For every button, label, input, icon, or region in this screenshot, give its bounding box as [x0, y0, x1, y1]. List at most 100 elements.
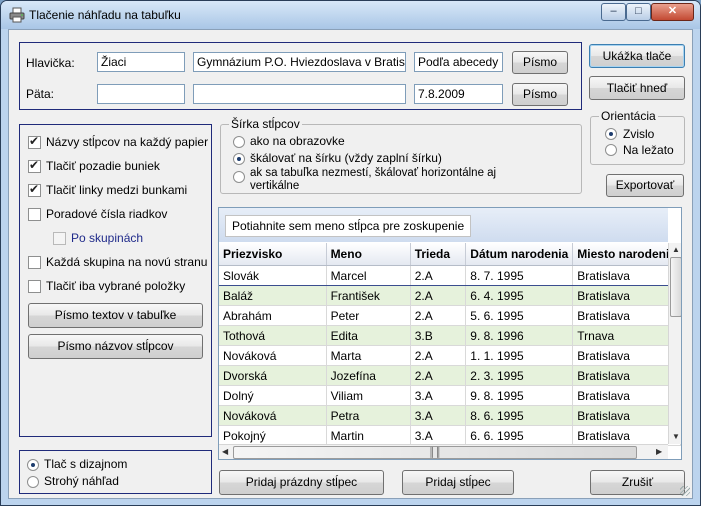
column-header-class[interactable]: Trieda — [410, 243, 467, 266]
option-headers-each-page-checkbox[interactable] — [28, 134, 41, 149]
footer-center-field[interactable] — [193, 84, 406, 104]
data-grid[interactable]: Potiahnite sem meno stĺpca pre zoskupeni… — [218, 207, 682, 460]
cell-name: Petra — [326, 405, 411, 426]
cell-birth-place: Bratislava — [572, 345, 681, 366]
column-width-group: Šírka stĺpcov ako na obrazovke škálovať … — [220, 117, 582, 194]
column-header-birth-date[interactable]: Dátum narodenia — [465, 243, 574, 266]
scroll-left-arrow-icon[interactable]: ◀ — [222, 447, 228, 456]
orientation-group: Orientácia Zvislo Na ležato — [590, 109, 685, 165]
option-grid-lines-label: Tlačiť linky medzi bunkami — [46, 183, 188, 197]
vertical-scrollbar[interactable]: ▲ ▼ — [668, 243, 681, 444]
cell-class: 2.A — [410, 305, 467, 326]
cell-name: Marta — [326, 345, 411, 366]
scroll-down-arrow-icon[interactable]: ▼ — [672, 432, 680, 441]
export-button[interactable]: Exportovať — [606, 174, 684, 197]
cell-class: 3.A — [410, 425, 467, 446]
cell-surname: Tothová — [219, 325, 327, 346]
column-header-surname[interactable]: Priezvisko — [219, 243, 327, 266]
minimize-button[interactable]: – — [601, 3, 626, 21]
cancel-button[interactable]: Zrušiť — [590, 470, 685, 495]
add-empty-column-button[interactable]: Pridaj prázdny stĺpec — [219, 470, 384, 495]
add-column-button[interactable]: Pridaj stĺpec — [402, 470, 514, 495]
table-row[interactable]: Pokojný Martin 3.A 6. 6. 1995 Bratislava — [219, 425, 681, 446]
mode-plain-radio[interactable] — [27, 476, 39, 488]
group-by-panel[interactable]: Potiahnite sem meno stĺpca pre zoskupeni… — [219, 208, 668, 242]
cell-name: Edita — [326, 325, 411, 346]
vertical-scroll-thumb[interactable] — [670, 257, 681, 317]
width-scale-both-label-2: vertikálne — [250, 180, 300, 192]
cell-class: 2.A — [410, 285, 467, 306]
header-left-field[interactable]: Žiaci — [97, 52, 185, 72]
print-now-button[interactable]: Tlačiť hneď — [589, 76, 685, 100]
option-grid-lines-checkbox[interactable] — [28, 182, 41, 197]
cell-birth-place: Bratislava — [572, 305, 681, 326]
option-by-groups-checkbox[interactable] — [53, 232, 66, 245]
resize-grip-icon[interactable] — [680, 486, 690, 496]
cell-birth-place: Bratislava — [572, 285, 681, 306]
cell-class: 2.A — [410, 265, 467, 286]
print-options-panel: Názvy stĺpcov na každý papier Tlačiť poz… — [19, 124, 212, 437]
cell-birth-date: 2. 3. 1995 — [465, 365, 574, 386]
horizontal-scrollbar[interactable]: ◀ ║║ ▶ — [219, 444, 668, 459]
mode-plain-label: Strohý náhľad — [44, 474, 119, 488]
cell-birth-date: 5. 6. 1995 — [465, 305, 574, 326]
cell-birth-date: 9. 8. 1995 — [465, 385, 574, 406]
close-button[interactable]: ✕ — [651, 3, 694, 21]
cell-birth-date: 8. 7. 1995 — [465, 265, 574, 286]
maximize-button[interactable]: □ — [626, 3, 651, 21]
table-row[interactable]: Dolný Viliam 3.A 9. 8. 1995 Bratislava — [219, 385, 681, 406]
print-mode-panel: Tlač s dizajnom Strohý náhľad — [19, 450, 212, 494]
footer-right-field[interactable]: 7.8.2009 — [414, 84, 503, 104]
students-table: Priezvisko Meno Trieda Dátum narodenia M… — [219, 243, 681, 446]
cell-surname: Dolný — [219, 385, 327, 406]
option-by-groups-label: Po skupinách — [71, 231, 144, 245]
header-center-field[interactable]: Gymnázium P.O. Hviezdoslava v Bratislave — [193, 52, 406, 72]
column-font-button[interactable]: Písmo názvov stĺpcov — [28, 334, 203, 359]
column-header-birth-place[interactable]: Miesto narodenia — [572, 243, 681, 266]
cell-birth-date: 1. 1. 1995 — [465, 345, 574, 366]
table-row[interactable]: Abrahám Peter 2.A 5. 6. 1995 Bratislava — [219, 305, 681, 326]
text-font-button[interactable]: Písmo textov v tabuľke — [28, 303, 203, 328]
width-as-screen-radio[interactable] — [233, 136, 245, 148]
table-row[interactable]: Nováková Marta 2.A 1. 1. 1995 Bratislava — [219, 345, 681, 366]
orientation-portrait-label: Zvislo — [623, 127, 655, 141]
cell-birth-place: Bratislava — [572, 405, 681, 426]
width-scale-both-radio[interactable] — [233, 171, 245, 183]
scroll-up-arrow-icon[interactable]: ▲ — [672, 245, 680, 254]
scroll-right-arrow-icon[interactable]: ▶ — [656, 447, 662, 456]
footer-font-button[interactable]: Písmo — [512, 83, 568, 106]
footer-left-field[interactable] — [97, 84, 185, 104]
option-row-numbers-checkbox[interactable] — [28, 208, 41, 221]
cell-surname: Baláž — [219, 285, 327, 306]
option-headers-each-page-label: Názvy stĺpcov na každý papier — [46, 135, 209, 149]
mode-design-radio[interactable] — [27, 459, 39, 471]
cell-name: Peter — [326, 305, 411, 326]
width-scale-label: škálovať na šírku (vždy zaplní šírku) — [250, 151, 442, 165]
mode-design-label: Tlač s dizajnom — [44, 457, 128, 471]
table-row[interactable]: Baláž František 2.A 6. 4. 1995 Bratislava — [219, 285, 681, 306]
table-row[interactable]: Tothová Edita 3.B 9. 8. 1996 Trnava — [219, 325, 681, 346]
cell-birth-date: 6. 6. 1995 — [465, 425, 574, 446]
cell-birth-place: Trnava — [572, 325, 681, 346]
horizontal-scroll-thumb[interactable]: ║║ — [233, 446, 637, 459]
print-preview-button[interactable]: Ukážka tlače — [589, 44, 685, 68]
header-right-field[interactable]: Podľa abecedy — [414, 52, 503, 72]
cell-name: František — [326, 285, 411, 306]
option-selected-only-checkbox[interactable] — [28, 280, 41, 293]
option-group-new-page-checkbox[interactable] — [28, 256, 41, 269]
table-row[interactable]: Nováková Petra 3.A 8. 6. 1995 Bratislava — [219, 405, 681, 426]
column-header-name[interactable]: Meno — [326, 243, 411, 266]
orientation-landscape-radio[interactable] — [605, 144, 617, 156]
header-font-button[interactable]: Písmo — [512, 51, 568, 74]
cell-surname: Nováková — [219, 345, 327, 366]
cell-surname: Pokojný — [219, 425, 327, 446]
printer-icon — [9, 7, 25, 23]
table-row[interactable]: Slovák Marcel 2.A 8. 7. 1995 Bratislava — [219, 265, 681, 286]
column-width-title: Šírka stĺpcov — [229, 117, 302, 131]
cell-birth-place: Bratislava — [572, 365, 681, 386]
dialog-client-area: Hlavička: Žiaci Gymnázium P.O. Hviezdosl… — [8, 29, 693, 499]
table-row[interactable]: Dvorská Jozefína 2.A 2. 3. 1995 Bratislava — [219, 365, 681, 386]
width-scale-radio[interactable] — [233, 153, 245, 165]
option-cell-background-checkbox[interactable] — [28, 158, 41, 173]
orientation-portrait-radio[interactable] — [605, 128, 617, 140]
